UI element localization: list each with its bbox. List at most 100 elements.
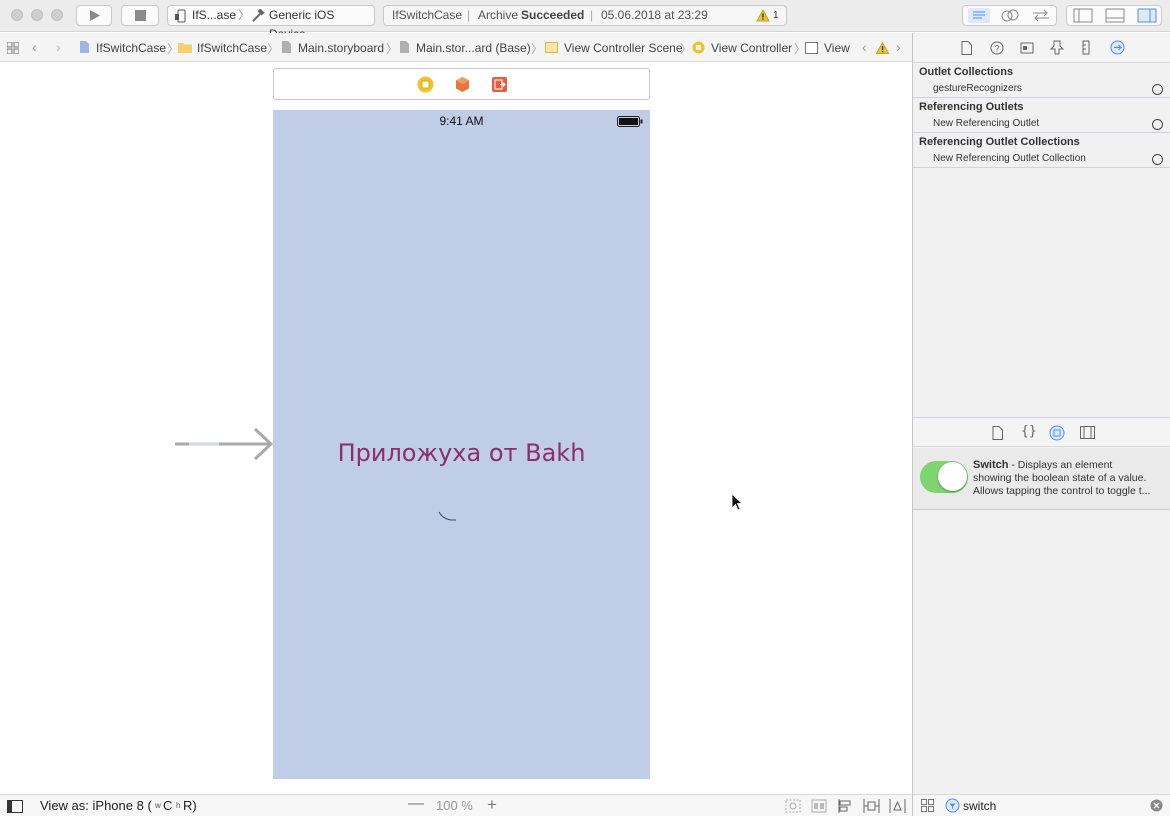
panels-group: [1066, 5, 1162, 26]
exit-icon[interactable]: [491, 76, 508, 93]
filter-icon: [945, 798, 960, 813]
crumb-storyboard-base[interactable]: Main.stor...ard (Base): [416, 41, 531, 55]
mouse-pointer-icon: [731, 493, 744, 511]
connection-circle[interactable]: [1152, 154, 1163, 165]
activity-datetime: 05.06.2018 at 23:29: [601, 8, 708, 22]
zoom-level: 100 %: [436, 798, 473, 813]
chevron-right-icon: 〉: [238, 8, 251, 22]
crumb-project[interactable]: IfSwitchCase: [96, 41, 166, 55]
crumb-separator: 〉: [680, 42, 693, 56]
activity-spinner-icon: [438, 511, 456, 521]
next-issue-icon[interactable]: ›: [896, 39, 901, 55]
first-responder-icon[interactable]: [454, 76, 471, 93]
update-frames-icon[interactable]: [785, 799, 801, 813]
crumb-group[interactable]: IfSwitchCase: [197, 41, 267, 55]
assistant-editor-icon[interactable]: [1000, 8, 1020, 23]
crumb-scene[interactable]: View Controller Scene: [564, 41, 683, 55]
library-item-desc-1: - Displays an element: [1008, 459, 1113, 471]
stop-button[interactable]: [121, 5, 159, 26]
size-class-r: R): [183, 798, 197, 813]
jump-bar: ‹ › IfSwitchCase 〉 IfSwitchCase 〉 Main.s…: [0, 33, 912, 62]
prev-issue-icon[interactable]: ‹: [862, 39, 867, 55]
object-library-icon[interactable]: [1049, 425, 1065, 441]
outlet-item: gestureRecognizers: [933, 83, 1022, 94]
quick-help-icon[interactable]: ?: [990, 41, 1004, 55]
debug-area-toggle-icon[interactable]: [1105, 8, 1125, 23]
title-label[interactable]: Приложуха от Bakh: [273, 439, 650, 467]
storyboard-base-icon: [400, 41, 409, 53]
scheme-selector[interactable]: IfS...ase 〉 Generic iOS Device: [167, 5, 375, 41]
forward-arrow-icon[interactable]: ›: [56, 39, 61, 55]
toolbar: IfS...ase 〉 Generic iOS Device IfSwitchC…: [0, 0, 1170, 41]
activity-viewer: IfSwitchCase | Archive Succeeded | 05.06…: [383, 5, 787, 26]
play-icon: [90, 10, 100, 21]
align-icon[interactable]: [837, 799, 853, 813]
editor-mode-group: [962, 5, 1057, 26]
add-constraints-icon[interactable]: [863, 799, 880, 813]
crumb-storyboard[interactable]: Main.storyboard: [298, 41, 384, 55]
outlet-item: New Referencing Outlet Collection: [933, 153, 1086, 164]
standard-editor-icon[interactable]: [968, 8, 990, 23]
crumb-view[interactable]: View: [824, 41, 850, 55]
version-editor-icon[interactable]: [1031, 8, 1051, 23]
inspector-tabs: ?: [913, 33, 1170, 63]
row-divider: [913, 167, 1170, 168]
grid-view-icon[interactable]: [921, 799, 934, 812]
close-window-button[interactable]: [11, 9, 23, 21]
scene-dock: [273, 68, 650, 100]
resolve-issues-icon[interactable]: [889, 799, 906, 813]
view-controller-scene[interactable]: 9:41 AM Приложуха от Bakh: [273, 110, 650, 779]
file-template-library-icon[interactable]: [992, 426, 1004, 440]
connection-circle[interactable]: [1152, 119, 1163, 130]
document-outline-toggle-icon[interactable]: [7, 800, 23, 813]
attributes-inspector-icon[interactable]: [1050, 40, 1064, 55]
minimize-window-button[interactable]: [31, 9, 43, 21]
issue-warning-icon[interactable]: [876, 42, 889, 54]
file-inspector-icon[interactable]: [961, 41, 973, 55]
zoom-in-icon[interactable]: +: [487, 795, 497, 815]
activity-divider-2: |: [590, 8, 594, 22]
zoom-out-icon[interactable]: —: [408, 795, 424, 813]
media-library-icon[interactable]: [1080, 426, 1095, 439]
back-arrow-icon[interactable]: ‹: [32, 39, 37, 55]
activity-divider: |: [467, 8, 471, 22]
battery-icon: [617, 116, 643, 127]
navigator-toggle-icon[interactable]: [1073, 8, 1093, 23]
code-snippet-library-icon[interactable]: {}: [1021, 424, 1037, 439]
warning-count: 1: [773, 10, 779, 21]
section-referencing-outlet-collections: Referencing Outlet Collections: [919, 136, 1080, 148]
library-item-switch[interactable]: Switch - Displays an element showing the…: [913, 448, 1170, 510]
initial-view-controller-arrow-icon[interactable]: [175, 427, 273, 461]
view-as-label[interactable]: View as: iPhone 8 (: [40, 798, 152, 813]
crumb-separator: 〉: [386, 42, 399, 56]
warning-icon[interactable]: [756, 9, 770, 22]
activity-action: Archive: [478, 8, 519, 22]
view-controller-dock-icon[interactable]: [417, 76, 434, 93]
embed-in-stack-icon[interactable]: [811, 799, 827, 813]
crumb-view-controller[interactable]: View Controller: [711, 41, 792, 55]
connection-circle[interactable]: [1152, 84, 1163, 95]
zoom-window-button[interactable]: [51, 9, 63, 21]
hammer-icon: [252, 9, 265, 22]
clear-filter-icon[interactable]: [1150, 799, 1163, 812]
utilities-toggle-icon[interactable]: [1137, 8, 1157, 23]
size-class-w: w: [155, 801, 161, 810]
row-divider: [913, 97, 1170, 98]
library-item-name: Switch: [973, 459, 1009, 471]
related-items-icon[interactable]: [7, 42, 19, 54]
crumb-separator: 〉: [267, 42, 280, 56]
run-button[interactable]: [76, 5, 112, 26]
switch-knob: [938, 462, 967, 491]
connections-inspector-icon[interactable]: [1110, 40, 1125, 55]
library-filter-bar: switch: [913, 794, 1170, 816]
switch-thumbnail-icon: [920, 461, 968, 493]
library-filter-input[interactable]: switch: [963, 799, 996, 813]
crumb-separator: 〉: [531, 42, 544, 56]
view-controller-icon: [692, 41, 705, 54]
activity-status: Succeeded: [521, 8, 585, 22]
activity-project: IfSwitchCase: [392, 8, 463, 22]
size-inspector-icon[interactable]: [1081, 40, 1091, 55]
section-referencing-outlets: Referencing Outlets: [919, 101, 1024, 113]
identity-inspector-icon[interactable]: [1020, 41, 1034, 55]
library-item-desc-2: showing the boolean state of a value.: [973, 472, 1147, 484]
